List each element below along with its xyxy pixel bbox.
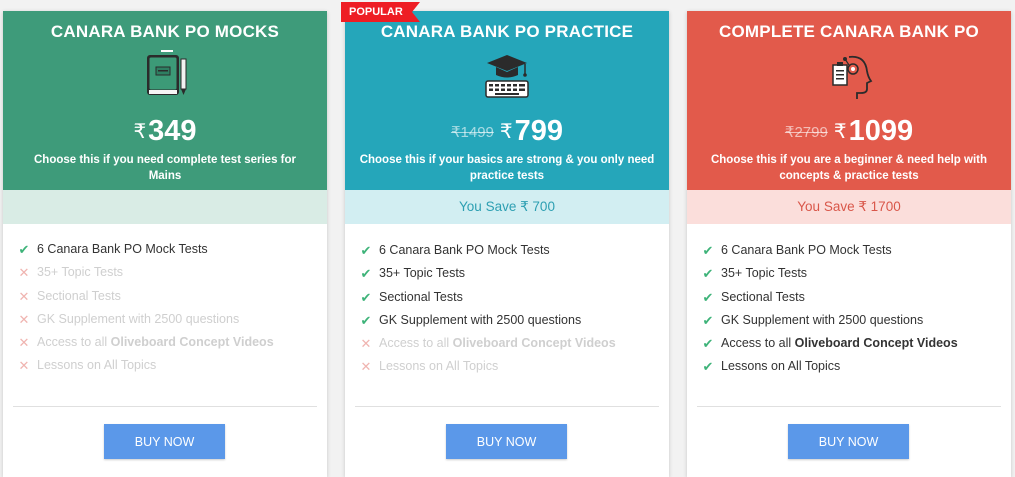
cross-icon: ✕	[18, 311, 30, 327]
current-price: 349	[148, 115, 197, 147]
check-icon: ✔	[702, 289, 714, 305]
buy-now-button-complete[interactable]: BUY NOW	[788, 424, 909, 459]
cross-icon: ✕	[18, 335, 30, 351]
feature-item: ✔ Access to all Oliveboard Concept Videos	[701, 332, 1011, 355]
graduation-cap-keyboard-icon	[481, 49, 533, 101]
original-price: ₹1499	[450, 123, 494, 141]
feature-text: Access to all	[37, 335, 111, 350]
book-icon	[139, 49, 191, 101]
cross-icon: ✕	[18, 265, 30, 281]
cross-icon: ✕	[18, 288, 30, 304]
original-price: ₹2799	[784, 123, 828, 141]
feature-item: ✕ Access to all Oliveboard Concept Videos	[359, 332, 669, 355]
feature-text: 6 Canara Bank PO Mock Tests	[37, 242, 208, 256]
price-row: ₹1499 ₹799	[345, 115, 669, 151]
feature-text: Lessons on All Topics	[379, 359, 499, 374]
price-row: ₹2799 ₹1099	[687, 115, 1011, 151]
buy-now-button-mocks[interactable]: BUY NOW	[104, 424, 225, 459]
feature-item: ✕ GK Supplement with 2500 questions	[17, 308, 327, 331]
currency-symbol: ₹	[133, 121, 147, 143]
plan-title: CANARA BANK PO PRACTICE	[380, 22, 634, 41]
currency-symbol: ₹	[499, 121, 513, 143]
feature-item: ✔ GK Supplement with 2500 questions	[701, 309, 1011, 332]
feature-text-bold: Oliveboard Concept Videos	[110, 335, 274, 350]
feature-text: Sectional Tests	[721, 289, 805, 304]
feature-text: 35+ Topic Tests	[721, 266, 808, 281]
feature-text: Sectional Tests	[379, 289, 463, 304]
check-icon: ✔	[360, 289, 372, 305]
feature-text: 6 Canara Bank PO Mock Tests	[379, 243, 550, 257]
feature-item: ✔ 35+ Topic Tests	[701, 262, 1011, 285]
feature-text: Lessons on All Topics	[37, 358, 157, 373]
check-icon: ✔	[702, 243, 714, 258]
feature-text: GK Supplement with 2500 questions	[721, 312, 924, 327]
check-icon: ✔	[702, 359, 714, 375]
feature-text: GK Supplement with 2500 questions	[37, 311, 240, 326]
check-icon: ✔	[702, 266, 714, 282]
feature-text: 35+ Topic Tests	[379, 266, 466, 281]
check-icon: ✔	[360, 243, 372, 258]
check-icon: ✔	[18, 242, 30, 257]
plan-card-complete: COMPLETE CANARA BANK PO ₹2799 ₹1099 Choos…	[687, 11, 1011, 477]
currency-symbol: ₹	[833, 121, 847, 143]
head-checklist-icon	[823, 49, 875, 101]
plan-header: CANARA BANK PO PRACTICE ₹1499 ₹799 Choose…	[345, 11, 669, 190]
feature-item: ✔ 6 Canara Bank PO Mock Tests	[701, 239, 1011, 262]
feature-item: ✔ 35+ Topic Tests	[359, 262, 669, 285]
feature-list: ✔ 6 Canara Bank PO Mock Tests ✔ 35+ Topic …	[345, 224, 669, 379]
savings-band: You Save ₹ 700	[345, 190, 669, 224]
feature-text: GK Supplement with 2500 questions	[379, 312, 582, 327]
buy-now-button-practice[interactable]: BUY NOW	[446, 424, 567, 459]
feature-item: ✕ Lessons on All Topics	[17, 354, 327, 377]
cross-icon: ✕	[18, 358, 30, 374]
feature-list: ✔ 6 Canara Bank PO Mock Tests ✔ 35+ Topic …	[687, 224, 1011, 379]
feature-text: 6 Canara Bank PO Mock Tests	[721, 243, 892, 257]
feature-item: ✔ 6 Canara Bank PO Mock Tests	[359, 239, 669, 262]
current-price: 1099	[848, 115, 914, 147]
feature-text: Access to all	[721, 336, 795, 351]
feature-text: Lessons on All Topics	[721, 359, 841, 374]
plan-card-practice: CANARA BANK PO PRACTICE ₹1499 ₹799 Choose…	[345, 11, 669, 477]
feature-item: ✕ Access to all Oliveboard Concept Videos	[17, 331, 327, 354]
plan-header: COMPLETE CANARA BANK PO ₹2799 ₹1099 Choos…	[687, 11, 1011, 190]
feature-item: ✔ GK Supplement with 2500 questions	[359, 309, 669, 332]
divider	[13, 406, 317, 407]
plan-title: CANARA BANK PO MOCKS	[50, 22, 280, 41]
feature-item: ✔ Sectional Tests	[359, 286, 669, 309]
check-icon: ✔	[702, 336, 714, 352]
feature-item: ✔ Lessons on All Topics	[701, 355, 1011, 378]
check-icon: ✔	[360, 312, 372, 328]
check-icon: ✔	[360, 266, 372, 282]
divider	[697, 406, 1001, 407]
feature-text: Sectional Tests	[37, 288, 121, 303]
cross-icon: ✕	[360, 359, 372, 375]
feature-item: ✕ Lessons on All Topics	[359, 355, 669, 378]
feature-text-bold: Oliveboard Concept Videos	[452, 336, 616, 351]
current-price: 799	[514, 115, 564, 147]
feature-item: ✕ Sectional Tests	[17, 285, 327, 308]
plan-tagline: Choose this if you are a beginner & need…	[710, 154, 988, 182]
savings-band	[3, 190, 327, 224]
plan-header: CANARA BANK PO MOCKS ₹349 Choose this if…	[3, 11, 327, 190]
feature-item: ✕ 35+ Topic Tests	[17, 261, 327, 284]
price-row: ₹349	[3, 115, 327, 151]
feature-text: 35+ Topic Tests	[37, 265, 124, 280]
popular-ribbon: POPULAR	[341, 2, 420, 22]
feature-text-bold: Oliveboard Concept Videos	[794, 336, 958, 351]
plan-title: COMPLETE CANARA BANK PO	[719, 22, 979, 41]
check-icon: ✔	[702, 312, 714, 328]
plan-tagline: Choose this if your basics are strong & …	[359, 154, 655, 182]
plan-tagline: Choose this if you need complete test se…	[33, 154, 296, 182]
savings-band: You Save ₹ 1700	[687, 190, 1011, 224]
feature-list: ✔ 6 Canara Bank PO Mock Tests ✕ 35+ Topic …	[3, 224, 327, 378]
plan-card-mocks: CANARA BANK PO MOCKS ₹349 Choose this if…	[3, 11, 327, 477]
feature-text: Access to all	[379, 336, 453, 351]
feature-item: ✔ 6 Canara Bank PO Mock Tests	[17, 238, 327, 261]
feature-item: ✔ Sectional Tests	[701, 286, 1011, 309]
divider	[355, 406, 659, 407]
cross-icon: ✕	[360, 336, 372, 352]
